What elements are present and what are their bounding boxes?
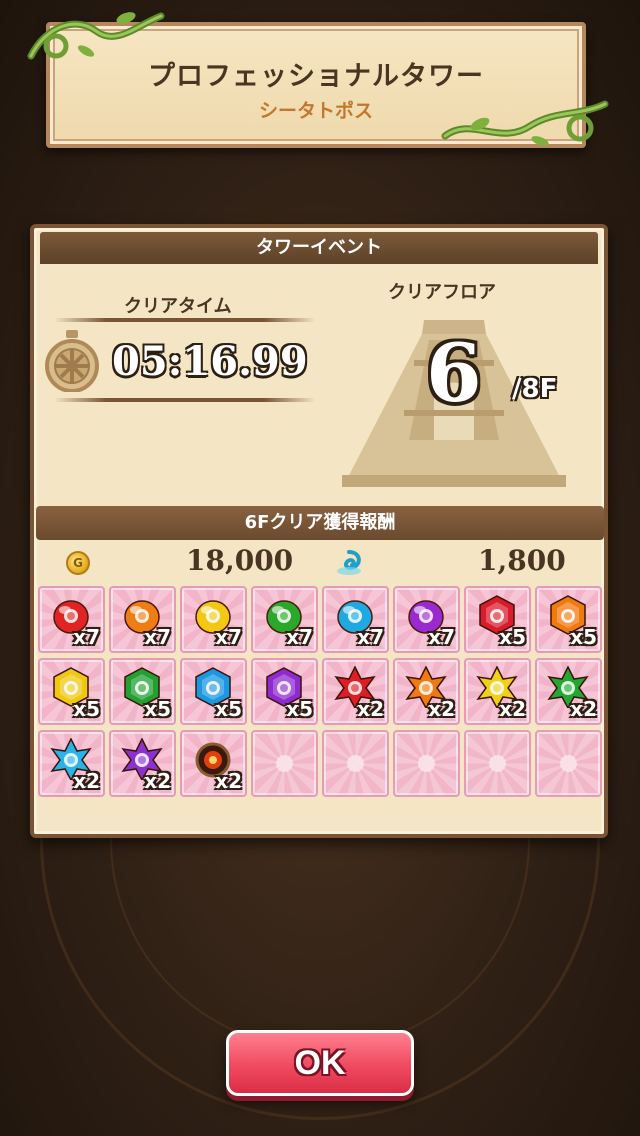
empty-reward-slot	[322, 730, 389, 797]
reward-quantity: x2	[499, 697, 526, 721]
reward-header: 6Fクリア獲得報酬	[36, 506, 604, 540]
reward-quantity: x5	[499, 625, 526, 649]
reward-grid: x7 x7 x7 x7 x7 x7 x5 x5 x5 x5 x5 x5 x2 x2 x…	[38, 586, 604, 797]
reward-quantity: x2	[144, 769, 171, 793]
clear-time-label: クリアタイム	[124, 296, 232, 317]
empty-reward-slot	[251, 730, 318, 797]
orb-icon	[337, 550, 361, 575]
reward-slot[interactable]: x7	[180, 586, 247, 653]
reward-slot[interactable]: x5	[251, 658, 318, 725]
stopwatch-icon	[45, 330, 99, 392]
reward-quantity: x2	[73, 769, 100, 793]
reward-slot[interactable]: x7	[393, 586, 460, 653]
reward-slot[interactable]: x7	[109, 586, 176, 653]
reward-quantity: x7	[357, 625, 384, 649]
reward-quantity: x2	[357, 697, 384, 721]
reward-slot[interactable]: x7	[251, 586, 318, 653]
reward-quantity: x5	[570, 625, 597, 649]
coin-reward-value: 18,000	[186, 544, 294, 577]
clear-time-value: 05:16.99	[112, 338, 308, 385]
reward-slot[interactable]: x5	[180, 658, 247, 725]
reward-slot[interactable]: x2	[180, 730, 247, 797]
reward-slot[interactable]: x5	[535, 586, 602, 653]
reward-quantity: x7	[73, 625, 100, 649]
reward-slot[interactable]: x7	[38, 586, 105, 653]
reward-slot[interactable]: x2	[109, 730, 176, 797]
reward-slot[interactable]: x5	[464, 586, 531, 653]
reward-slot[interactable]: x2	[322, 658, 389, 725]
total-floors: /8F	[512, 374, 558, 404]
coin-icon: G	[66, 551, 90, 575]
empty-reward-slot	[464, 730, 531, 797]
reward-slot[interactable]: x2	[393, 658, 460, 725]
reward-quantity: x7	[215, 625, 242, 649]
divider-top	[54, 318, 316, 322]
reward-quantity: x7	[286, 625, 313, 649]
divider-bottom	[54, 398, 316, 402]
empty-reward-slot	[535, 730, 602, 797]
reward-quantity: x7	[144, 625, 171, 649]
reward-quantity: x5	[73, 697, 100, 721]
reward-quantity: x2	[215, 769, 242, 793]
reward-slot[interactable]: x7	[322, 586, 389, 653]
empty-reward-slot	[393, 730, 460, 797]
panel-header: タワーイベント	[40, 232, 598, 264]
vine-decoration-left	[27, 12, 165, 60]
clear-floor-value: 6	[426, 326, 482, 420]
reward-slot[interactable]: x2	[535, 658, 602, 725]
orb-reward-value: 1,800	[478, 544, 566, 577]
reward-quantity: x2	[570, 697, 597, 721]
reward-slot[interactable]: x2	[464, 658, 531, 725]
reward-quantity: x5	[215, 697, 242, 721]
reward-slot[interactable]: x5	[38, 658, 105, 725]
reward-slot[interactable]: x5	[109, 658, 176, 725]
reward-quantity: x5	[144, 697, 171, 721]
reward-quantity: x2	[428, 697, 455, 721]
reward-quantity: x7	[428, 625, 455, 649]
reward-slot[interactable]: x2	[38, 730, 105, 797]
reward-quantity: x5	[286, 697, 313, 721]
vine-decoration-right	[441, 100, 609, 146]
ok-button[interactable]: OK	[226, 1030, 414, 1096]
